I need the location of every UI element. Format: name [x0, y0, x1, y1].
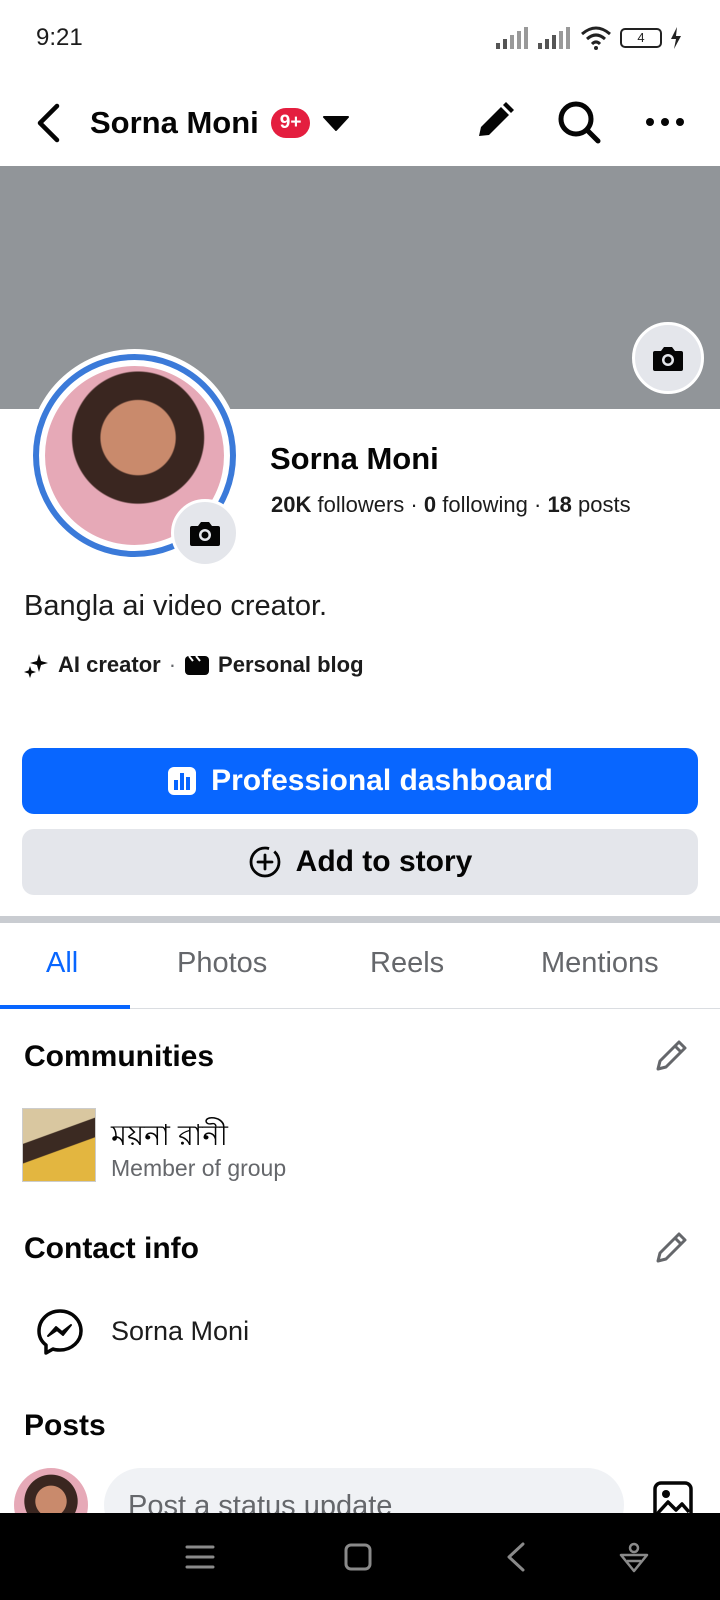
top-bar: Sorna Moni 9+: [0, 80, 720, 166]
nav-assistant-button[interactable]: [614, 1537, 654, 1577]
tag-ai-creator: AI creator: [58, 652, 161, 677]
nav-back-button[interactable]: [496, 1537, 536, 1577]
profile-stats: 20K followers · 0 following · 18 posts: [271, 492, 631, 518]
add-to-story-label: Add to story: [295, 845, 473, 878]
tab-all[interactable]: All: [46, 947, 78, 980]
stats-separator: ·: [410, 492, 418, 517]
sparkle-icon: [24, 654, 48, 678]
tag-personal-blog: Personal blog: [218, 652, 364, 677]
add-to-story-button[interactable]: Add to story: [22, 829, 698, 895]
camera-icon: [190, 522, 220, 546]
tab-mentions[interactable]: Mentions: [541, 947, 659, 980]
pencil-icon: [479, 102, 514, 136]
bio: Bangla ai video creator.: [24, 590, 328, 622]
messenger-contact[interactable]: Sorna Moni: [111, 1316, 249, 1347]
profile-tags: AI creator · Personal blog: [24, 652, 364, 678]
communities-title: Communities: [24, 1040, 215, 1073]
edit-contact-button[interactable]: [648, 1225, 694, 1271]
notification-badge: 9+: [270, 108, 311, 138]
nav-home-button[interactable]: [338, 1537, 378, 1577]
professional-dashboard-label: Professional dashboard: [211, 764, 553, 797]
blog-icon: [185, 655, 210, 675]
followers-label[interactable]: followers: [317, 492, 404, 517]
wifi-icon: [581, 26, 611, 50]
tab-reels[interactable]: Reels: [370, 947, 444, 980]
contact-info-title: Contact info: [24, 1232, 199, 1265]
caret-down-icon: [323, 116, 350, 131]
profile-switcher[interactable]: Sorna Moni 9+: [90, 98, 350, 148]
status-bar: 9:21 4: [0, 0, 720, 80]
tag-separator: ·: [168, 652, 177, 677]
stats-separator: ·: [533, 492, 542, 517]
page-title: Sorna Moni: [90, 105, 259, 140]
back-arrow-icon: [507, 1542, 525, 1572]
chevron-left-icon: [37, 103, 60, 143]
posts-label: posts: [578, 492, 631, 517]
professional-dashboard-button[interactable]: Professional dashboard: [22, 748, 698, 814]
search-button[interactable]: [554, 94, 604, 150]
messenger-icon: [37, 1309, 83, 1355]
pencil-outline-icon: [656, 1040, 687, 1071]
more-icon: [646, 118, 684, 126]
nav-menu-button[interactable]: [180, 1537, 220, 1577]
top-actions: [468, 94, 690, 150]
battery-icon: 4: [620, 28, 662, 48]
dashboard-chart-icon: [168, 767, 197, 795]
posts-count: 18: [547, 492, 572, 517]
signal-icon-2: [538, 27, 570, 49]
community-membership: Member of group: [111, 1155, 287, 1181]
camera-icon: [653, 347, 683, 371]
back-button[interactable]: [28, 98, 68, 148]
section-divider: [0, 916, 720, 923]
active-tab-indicator: [0, 1005, 130, 1009]
signal-icon: [496, 27, 528, 49]
profile-picture[interactable]: [28, 349, 241, 567]
charging-icon: [671, 27, 681, 49]
edit-profile-button[interactable]: [468, 94, 518, 150]
posts-title: Posts: [24, 1409, 106, 1442]
edit-communities-button[interactable]: [648, 1033, 694, 1079]
following-count[interactable]: 0: [424, 492, 436, 517]
system-nav-bar: [0, 1513, 720, 1600]
cover-camera-button[interactable]: [632, 322, 704, 394]
following-label[interactable]: following: [442, 492, 528, 517]
more-button[interactable]: [640, 94, 690, 150]
avatar-camera-button[interactable]: [171, 499, 239, 567]
status-time: 9:21: [36, 24, 83, 51]
pencil-outline-icon: [656, 1232, 687, 1263]
profile-name: Sorna Moni: [270, 441, 439, 476]
community-thumbnail[interactable]: [22, 1108, 96, 1182]
menu-icon: [185, 1545, 215, 1569]
content-tabs: All Photos Reels Mentions: [0, 923, 720, 1009]
followers-count[interactable]: 20K: [271, 492, 311, 517]
home-square-icon: [344, 1543, 372, 1571]
status-icons: 4: [496, 26, 682, 50]
search-icon: [558, 101, 601, 144]
tab-photos[interactable]: Photos: [177, 947, 267, 980]
add-circle-icon: [249, 846, 281, 878]
assistant-icon: [619, 1542, 649, 1573]
